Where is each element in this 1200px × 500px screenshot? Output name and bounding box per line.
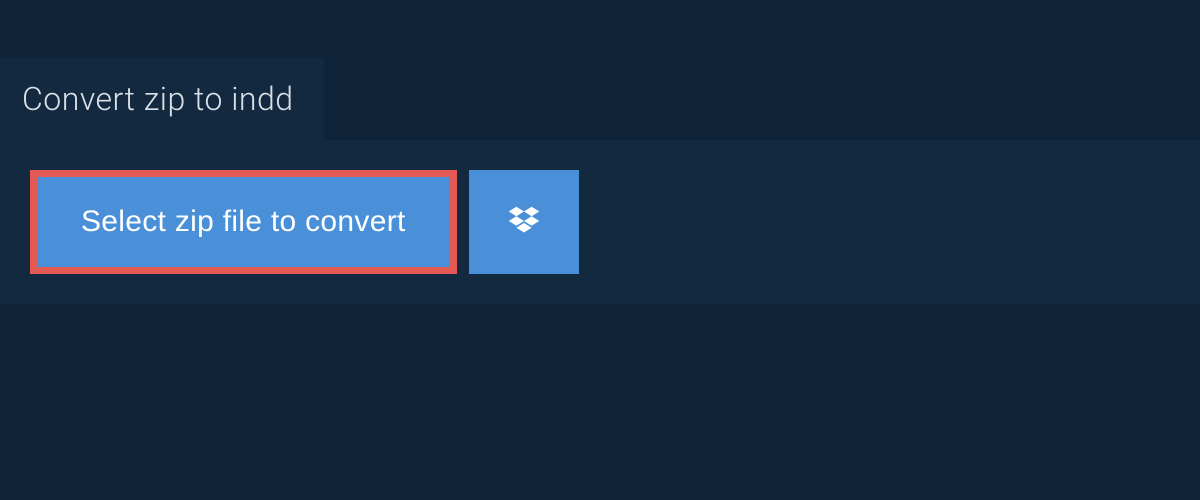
title-bar: Convert zip to indd xyxy=(0,58,324,140)
dropbox-button[interactable] xyxy=(469,170,579,274)
action-panel: Select zip file to convert xyxy=(0,140,1200,304)
select-file-button[interactable]: Select zip file to convert xyxy=(37,177,450,267)
button-row: Select zip file to convert xyxy=(30,170,1170,274)
dropbox-icon xyxy=(505,203,543,241)
page-title: Convert zip to indd xyxy=(22,80,294,118)
select-button-highlight: Select zip file to convert xyxy=(30,170,457,274)
